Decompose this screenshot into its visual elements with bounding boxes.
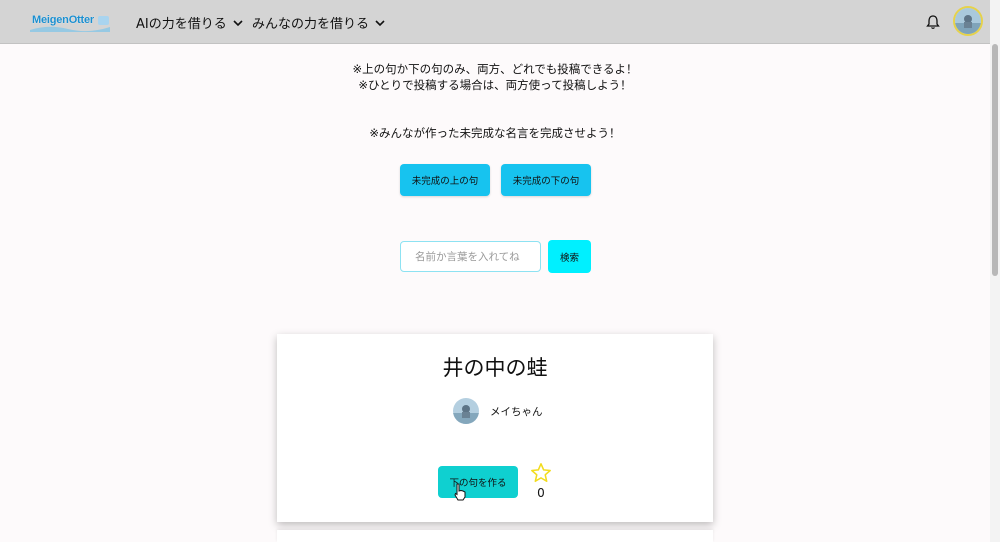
logo-text: MeigenOtter (32, 14, 94, 26)
unfinished-upper-button[interactable]: 未完成の上の句 (400, 164, 490, 196)
quote-card: 井の中の蛙 メイちゃん 下の句を作る 0 (277, 334, 713, 522)
top-navbar: MeigenOtter AIの力を借りる みんなの力を借りる (0, 0, 990, 44)
user-avatar[interactable] (953, 6, 983, 36)
scrollbar-thumb[interactable] (992, 44, 998, 276)
like-count: 0 (537, 486, 545, 500)
avatar-image (955, 8, 981, 34)
menu-ai-label: AIの力を借りる (136, 17, 227, 32)
next-quote-card (277, 530, 713, 542)
page-scrollbar[interactable] (990, 0, 1000, 542)
author-avatar-image (453, 398, 479, 424)
quote-title: 井の中の蛙 (442, 356, 548, 380)
notice-line-1: ※上の句か下の句のみ、両方、どれでも投稿できるよ！ (352, 62, 638, 76)
chevron-down-icon (375, 19, 385, 26)
search-input[interactable] (400, 241, 541, 272)
site-logo[interactable]: MeigenOtter (28, 11, 112, 33)
notice-line-3: ※みんなが作った未完成な名言を完成させよう！ (369, 126, 621, 140)
chevron-down-icon (233, 19, 243, 26)
unfinished-lower-button[interactable]: 未完成の下の句 (501, 164, 591, 196)
star-icon[interactable] (530, 462, 552, 484)
search-button[interactable]: 検索 (548, 240, 591, 273)
bell-icon[interactable] (925, 14, 941, 30)
author-name[interactable]: メイちゃん (490, 404, 543, 419)
menu-everyone[interactable]: みんなの力を借りる (252, 13, 385, 32)
author-avatar[interactable] (453, 398, 479, 424)
make-lower-button[interactable]: 下の句を作る (438, 466, 518, 498)
menu-everyone-label: みんなの力を借りる (252, 17, 370, 32)
menu-ai[interactable]: AIの力を借りる (136, 13, 243, 32)
notice-line-2: ※ひとりで投稿する場合は、両方使って投稿しよう！ (358, 78, 632, 92)
